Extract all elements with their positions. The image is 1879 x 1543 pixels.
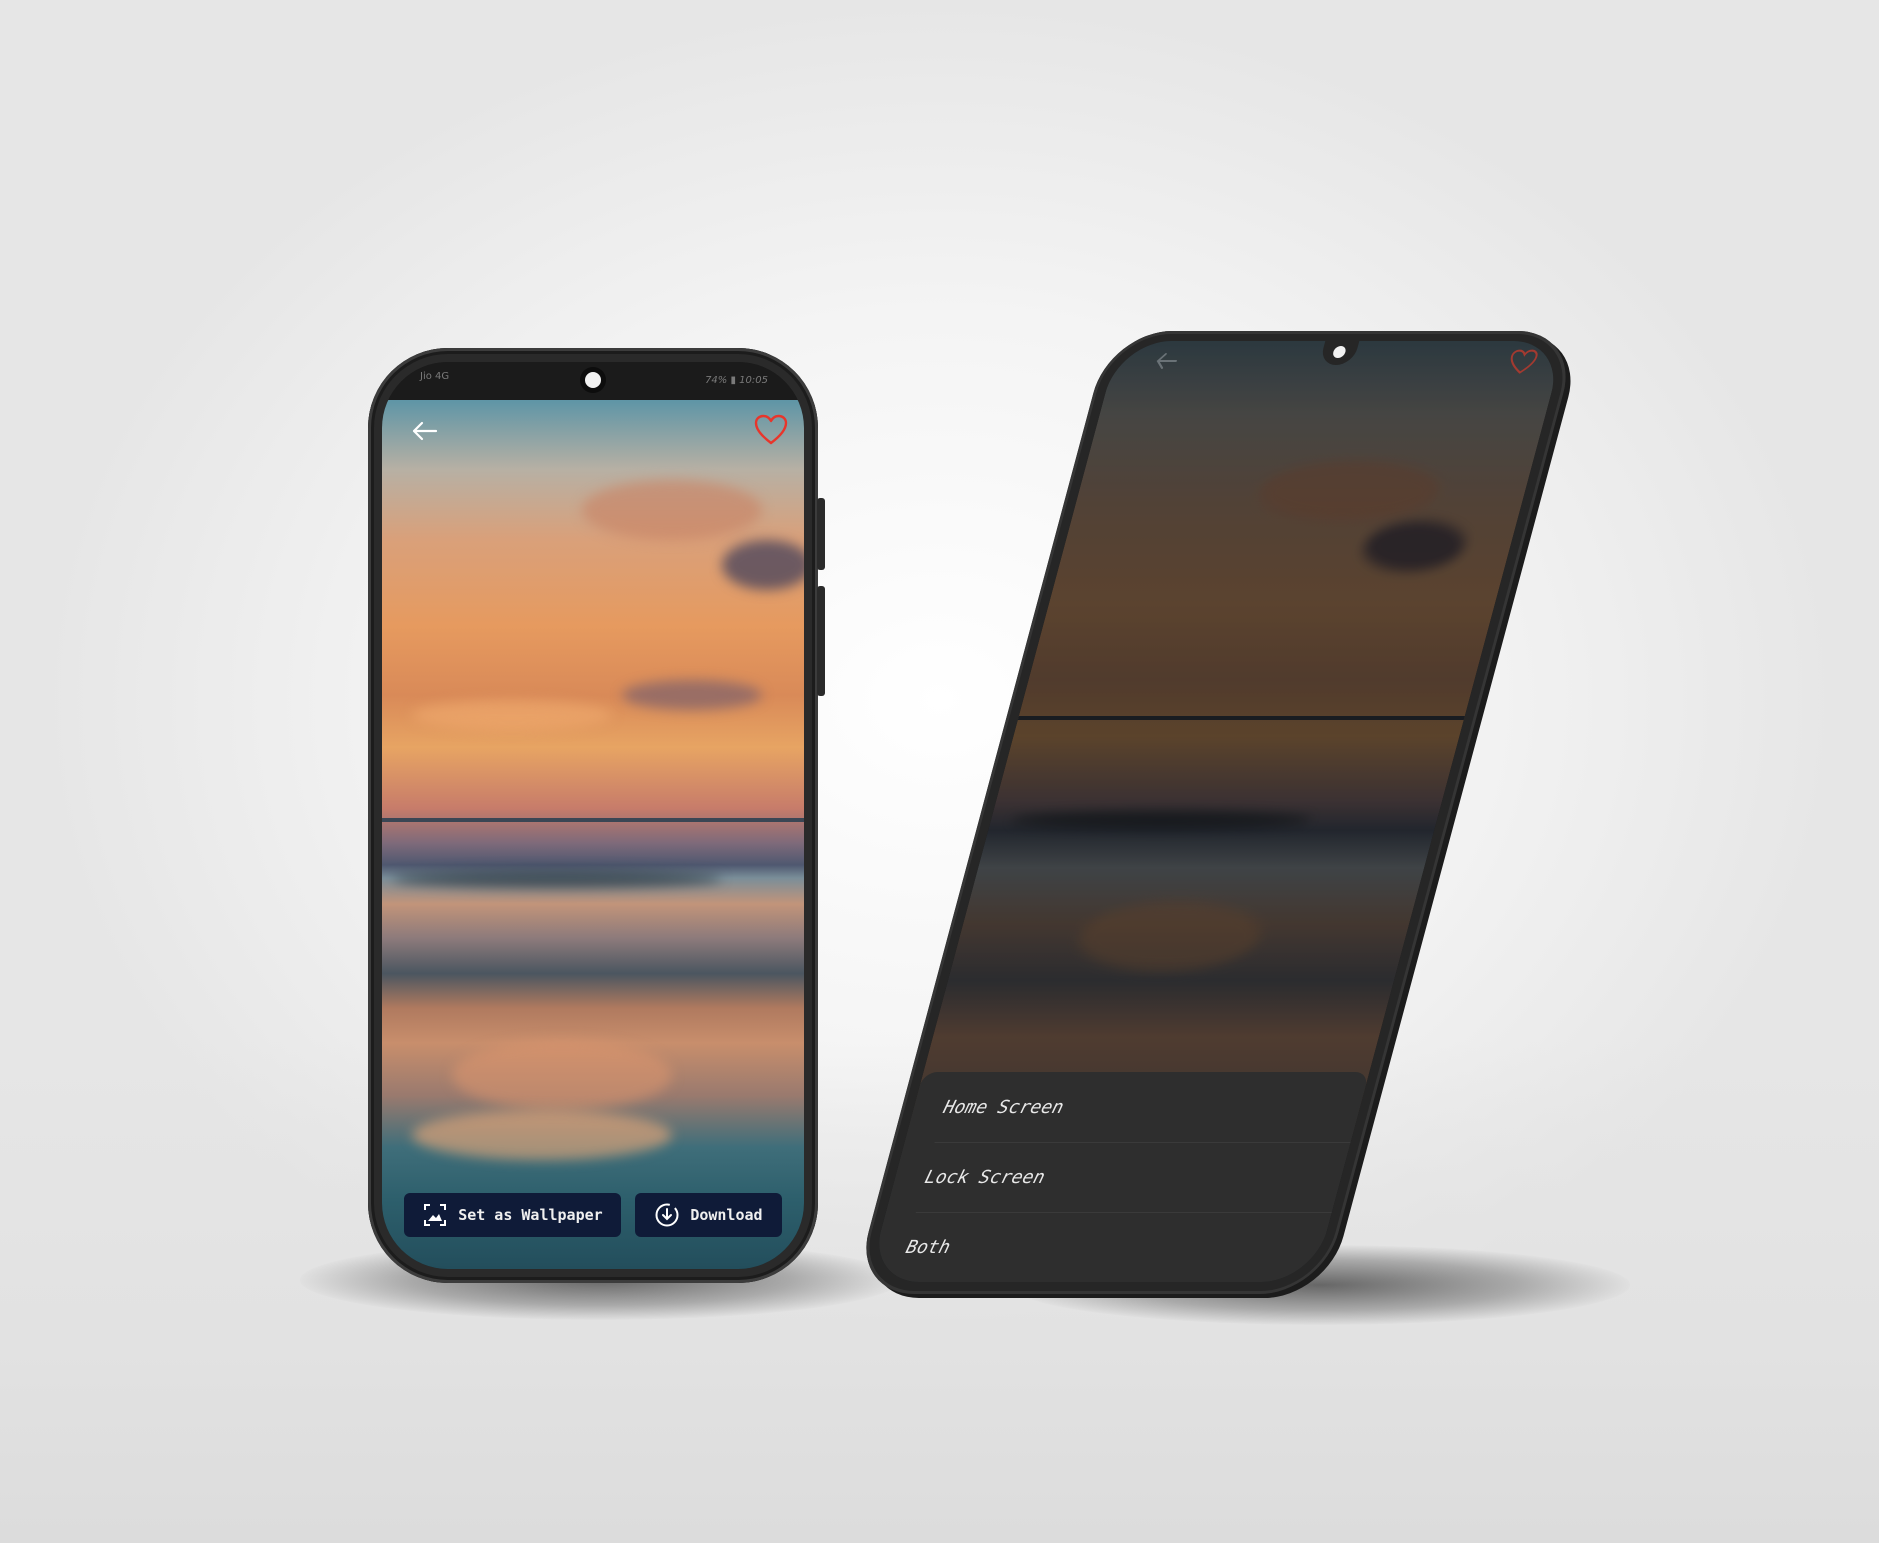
option-label: Home Screen	[941, 1096, 1067, 1118]
download-label: Download	[690, 1206, 763, 1224]
status-time: 10:05	[739, 375, 768, 386]
option-label: Both	[903, 1236, 953, 1258]
status-right: 74% ▮ 10:05	[705, 375, 768, 386]
download-button[interactable]: Download	[634, 1193, 782, 1237]
arrow-left-icon[interactable]	[410, 420, 438, 442]
set-wallpaper-button[interactable]: Set as Wallpaper	[404, 1193, 621, 1237]
image-frame-icon	[424, 1204, 447, 1226]
download-icon	[655, 1203, 679, 1227]
heart-icon[interactable]	[754, 414, 788, 446]
set-wallpaper-label: Set as Wallpaper	[458, 1206, 603, 1224]
option-lock-screen[interactable]: Lock Screen	[915, 1142, 1351, 1213]
option-both[interactable]: Both	[897, 1212, 1332, 1282]
action-bar: Set as Wallpaper Download	[404, 1193, 782, 1239]
front-camera	[585, 372, 601, 388]
volume-button	[817, 498, 825, 570]
battery-level: 74%	[705, 375, 728, 386]
power-button	[817, 586, 825, 696]
wallpaper-target-sheet: Home Screen Lock Screen Both	[867, 1072, 1370, 1282]
option-home-screen[interactable]: Home Screen	[934, 1072, 1370, 1143]
status-carrier: Jio 4G	[420, 371, 450, 382]
wallpaper-preview-screen: Jio 4G 74% ▮ 10:05 Set as Wallpaper Down…	[382, 362, 804, 1269]
option-label: Lock Screen	[922, 1166, 1048, 1188]
phone-left: Jio 4G 74% ▮ 10:05 Set as Wallpaper Down…	[368, 348, 825, 1283]
status-bar: Jio 4G 74% ▮ 10:05	[382, 362, 804, 400]
wallpaper-image	[382, 400, 804, 1269]
